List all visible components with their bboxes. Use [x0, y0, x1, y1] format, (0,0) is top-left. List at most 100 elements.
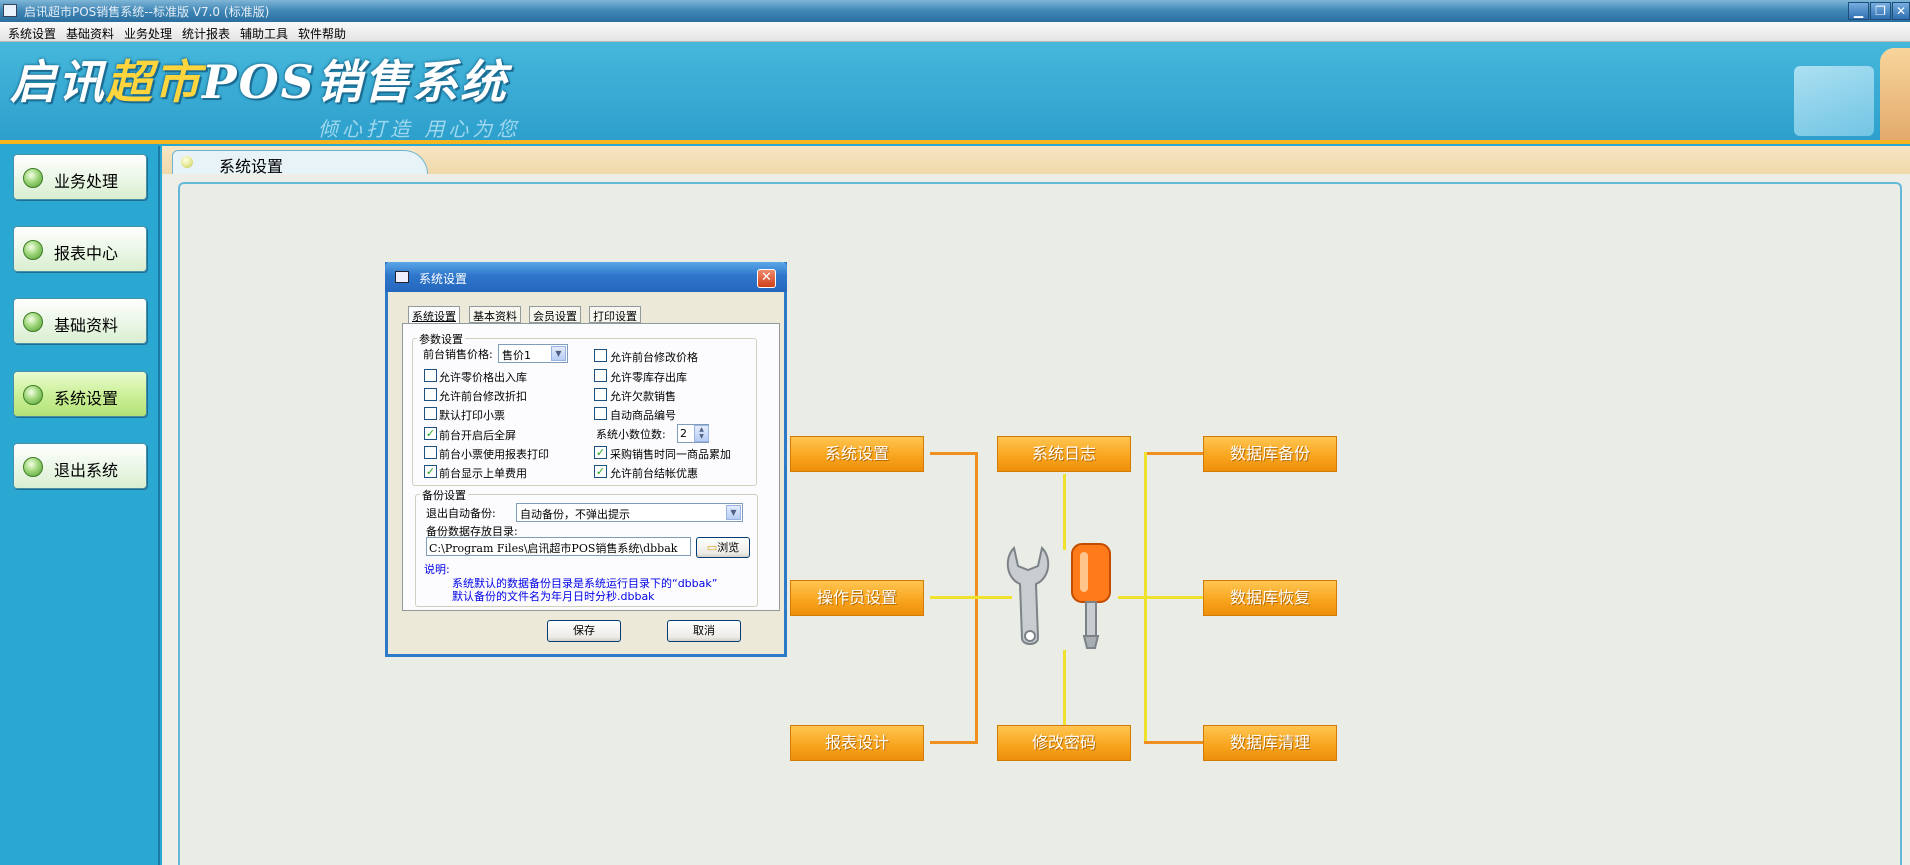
connector-line	[1144, 741, 1204, 744]
checkbox-4[interactable]	[594, 388, 607, 401]
close-window-button[interactable]: ✕	[1892, 2, 1910, 20]
banner-person-image	[1880, 48, 1910, 140]
checkbox-5[interactable]	[424, 407, 437, 420]
db-backup-button[interactable]: 数据库备份	[1203, 436, 1337, 472]
tab-page: 参数设置 前台销售价格: 售价1 ▼ 允许前台修改价格 允许零价格出入库 允许零…	[402, 323, 780, 611]
auto-backup-label: 退出自动备份:	[426, 507, 496, 520]
menu-business[interactable]: 业务处理	[124, 25, 172, 42]
tab-dialog-system[interactable]: 系统设置	[408, 306, 460, 324]
green-orb-icon	[23, 385, 43, 405]
app-logo: 启讯超市POS销售系统	[10, 55, 508, 109]
tab-dialog-member[interactable]: 会员设置	[529, 306, 581, 323]
sidebar-item-reports[interactable]: 报表中心	[13, 226, 147, 272]
menu-bar: 系统设置 基础资料 业务处理 统计报表 辅助工具 软件帮助	[0, 22, 1910, 42]
checkbox-0[interactable]	[594, 349, 607, 362]
checkbox-label: 前台小票使用报表打印	[439, 448, 549, 461]
price-label: 前台销售价格:	[423, 348, 493, 361]
window-titlebar: 启讯超市POS销售系统--标准版 V7.0 (标准版) ▁ ❐ ✕	[0, 0, 1910, 22]
checkbox-label: 允许前台结帐优惠	[610, 467, 698, 480]
note-title: 说明:	[424, 563, 450, 576]
green-orb-icon	[23, 168, 43, 188]
save-button[interactable]: 保存	[547, 620, 621, 642]
checkbox-label: 允许欠款销售	[610, 390, 676, 403]
green-orb-icon	[23, 312, 43, 332]
checkbox-label: 自动商品编号	[610, 409, 676, 422]
system-settings-button[interactable]: 系统设置	[790, 436, 924, 472]
dialog-title: 系统设置	[419, 272, 468, 286]
tools-icon	[1006, 543, 1111, 649]
dialog-titlebar[interactable]: 系统设置 ✕	[385, 262, 787, 292]
backup-dir-input[interactable]: C:\Program Files\启讯超市POS销售系统\dbbak	[426, 537, 691, 556]
tab-system-settings[interactable]: 系统设置	[172, 150, 428, 176]
checkbox-label: 允许零价格出入库	[439, 371, 527, 384]
sidebar-item-business[interactable]: 业务处理	[13, 154, 147, 200]
checkbox-3[interactable]	[424, 388, 437, 401]
sidebar-item-label: 报表中心	[54, 244, 119, 263]
checkbox-8[interactable]	[424, 446, 437, 459]
connector-line	[930, 741, 978, 744]
checkbox-label: 采购销售时同一商品累加	[610, 448, 731, 461]
checkbox-11[interactable]: ✓	[594, 465, 607, 478]
app-icon	[3, 4, 17, 17]
backup-legend: 备份设置	[420, 487, 468, 503]
tab-strip: 系统设置	[162, 146, 1910, 176]
params-group: 参数设置 前台销售价格: 售价1 ▼ 允许前台修改价格 允许零价格出入库 允许零…	[412, 331, 757, 486]
checkbox-10[interactable]: ✓	[424, 465, 437, 478]
decimals-spinner[interactable]: ▲ ▼	[694, 425, 709, 442]
system-settings-dialog: 系统设置 ✕ 系统设置 基本资料 会员设置 打印设置 参数设置 前台销售价格: …	[385, 262, 787, 657]
db-cleanup-button[interactable]: 数据库清理	[1203, 725, 1337, 761]
dialog-close-button[interactable]: ✕	[757, 269, 776, 288]
menu-system-settings[interactable]: 系统设置	[8, 25, 56, 42]
tab-dialog-basic[interactable]: 基本资料	[469, 306, 521, 323]
sidebar-item-system-settings[interactable]: 系统设置	[13, 371, 147, 417]
change-password-button[interactable]: 修改密码	[997, 725, 1131, 761]
menu-basic-data[interactable]: 基础资料	[66, 25, 114, 42]
minimize-button[interactable]: ▁	[1848, 2, 1869, 20]
tab-dialog-print[interactable]: 打印设置	[589, 306, 641, 323]
checkbox-label: 允许前台修改折扣	[439, 390, 527, 403]
sidebar-item-exit[interactable]: 退出系统	[13, 443, 147, 489]
menu-reports[interactable]: 统计报表	[182, 25, 230, 42]
connector-line	[1063, 474, 1066, 550]
green-orb-icon	[23, 240, 43, 260]
checkbox-9[interactable]: ✓	[594, 446, 607, 459]
sidebar-item-label: 系统设置	[54, 389, 119, 408]
checkbox-6[interactable]	[594, 407, 607, 420]
browse-button[interactable]: ▭浏览	[696, 537, 750, 558]
window-title: 启讯超市POS销售系统--标准版 V7.0 (标准版)	[24, 5, 270, 19]
chevron-down-icon: ▼	[551, 346, 566, 361]
cancel-button[interactable]: 取消	[667, 620, 741, 642]
checkbox-7[interactable]: ✓	[424, 427, 437, 440]
db-restore-button[interactable]: 数据库恢复	[1203, 580, 1337, 616]
green-orb-icon	[23, 457, 43, 477]
report-design-button[interactable]: 报表设计	[790, 725, 924, 761]
folder-icon: ▭	[706, 541, 718, 554]
params-legend: 参数设置	[417, 331, 465, 347]
banner: 启讯超市POS销售系统 倾心打造 用心为您	[0, 42, 1910, 144]
sidebar: 业务处理 报表中心 基础资料 系统设置 退出系统	[0, 146, 160, 865]
operator-settings-button[interactable]: 操作员设置	[790, 580, 924, 616]
connector-line	[1118, 596, 1204, 599]
restore-button[interactable]: ❐	[1870, 2, 1891, 20]
price-select[interactable]: 售价1 ▼	[498, 344, 568, 363]
backup-group: 备份设置 退出自动备份: 自动备份，不弹出提示 ▼ 备份数据存放目录: C:\P…	[415, 487, 758, 607]
checkbox-1[interactable]	[424, 369, 437, 382]
checkbox-label: 允许前台修改价格	[610, 351, 698, 364]
checkbox-label: 允许零库存出库	[610, 371, 687, 384]
checkbox-label: 前台显示上单费用	[439, 467, 527, 480]
connector-line	[1144, 452, 1204, 455]
connector-line	[930, 596, 980, 599]
sidebar-item-basic-data[interactable]: 基础资料	[13, 298, 147, 344]
dialog-icon	[395, 271, 409, 283]
slogan: 倾心打造 用心为您	[318, 117, 521, 141]
decimals-label: 系统小数位数:	[596, 428, 666, 441]
auto-backup-select[interactable]: 自动备份，不弹出提示 ▼	[516, 503, 743, 522]
menu-help[interactable]: 软件帮助	[298, 25, 346, 42]
checkbox-2[interactable]	[594, 369, 607, 382]
tab-label: 系统设置	[219, 157, 284, 176]
menu-tools[interactable]: 辅助工具	[240, 25, 288, 42]
system-log-button[interactable]: 系统日志	[997, 436, 1131, 472]
checkbox-label: 默认打印小票	[439, 409, 505, 422]
checkbox-label: 前台开启后全屏	[439, 429, 516, 442]
chevron-down-icon: ▼	[726, 505, 741, 520]
